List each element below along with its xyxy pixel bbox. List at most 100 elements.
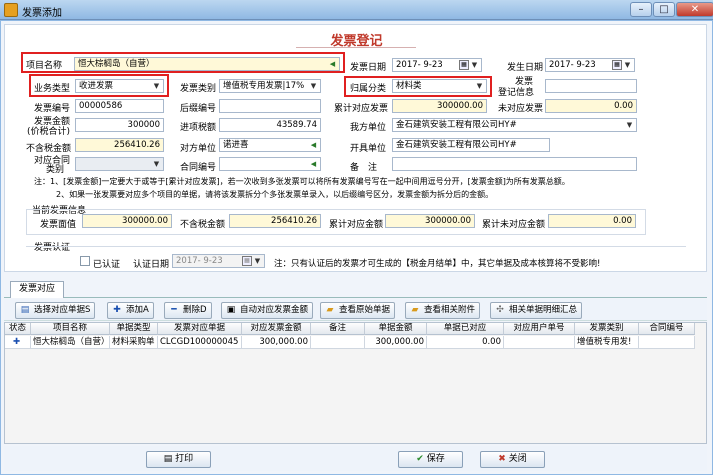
column-header[interactable]: 单据已对应	[427, 323, 504, 335]
delete-button[interactable]: ━ 删除D	[164, 302, 212, 319]
invoice-date-field[interactable]: 2017- 9-23 ▦ ▼	[392, 58, 482, 72]
printer-icon: ▤	[163, 454, 176, 464]
plus-icon: ✚	[113, 305, 121, 315]
auto-match-button[interactable]: ▣ 自动对应发票金额	[221, 302, 314, 319]
invoice-type-value: 增值税专用发票|17%	[223, 81, 305, 91]
calendar-icon[interactable]: ▦	[242, 256, 252, 266]
column-header[interactable]: 发票类别	[575, 323, 639, 335]
our-unit-select[interactable]: 金石建筑安装工程有限公司HY# ▼	[392, 118, 637, 132]
close-icon[interactable]: ✕	[676, 2, 713, 17]
table-cell[interactable]	[639, 336, 695, 349]
auth-date-value: 2017- 9-23	[176, 256, 223, 266]
pick-icon[interactable]: ◀	[308, 159, 319, 169]
column-header[interactable]: 对应用户单号	[504, 323, 575, 335]
contract-type-select[interactable]: ▼	[75, 157, 164, 171]
occur-date-label: 发生日期	[507, 63, 544, 73]
view-attachments-button[interactable]: ▰ 查看相关附件	[405, 302, 481, 319]
summary-button[interactable]: ✣ 相关单据明细汇总	[490, 302, 583, 319]
amount-label-2: (价税合计)	[27, 127, 71, 137]
project-name-field[interactable]: 恒大棕榈岛（自营） ◀	[74, 57, 340, 71]
chevron-down-icon[interactable]: ▼	[252, 256, 263, 266]
category-select[interactable]: 材料类 ▼	[392, 79, 487, 93]
table-cell[interactable]	[504, 336, 575, 349]
select-docs-button[interactable]: ▤ 选择对应单据S	[15, 302, 96, 319]
calendar-icon[interactable]: ▦	[459, 60, 469, 70]
issuer-field[interactable]: 金石建筑安装工程有限公司HY#	[392, 138, 550, 152]
reg-info-field[interactable]	[545, 79, 637, 93]
column-header[interactable]: 发票对应单据	[158, 323, 242, 335]
amount-field[interactable]: 300000	[75, 118, 164, 132]
unmatched-field: 0.00	[545, 99, 637, 113]
chevron-down-icon[interactable]: ▼	[474, 81, 485, 91]
chevron-down-icon[interactable]: ▼	[469, 60, 480, 70]
column-header[interactable]: 单据类型	[110, 323, 158, 335]
biz-type-select[interactable]: 收进发票 ▼	[75, 79, 164, 93]
folder-icon: ▰	[326, 305, 334, 315]
column-header[interactable]: 状态	[5, 323, 31, 335]
table-cell[interactable]: CLCGD100000045	[158, 336, 242, 349]
folder-icon: ▰	[411, 305, 419, 315]
app-icon	[4, 3, 18, 17]
post-no-field[interactable]	[219, 99, 321, 113]
occur-date-value: 2017- 9-23	[549, 60, 596, 70]
counterparty-field[interactable]: 诺进喜 ◀	[219, 138, 321, 152]
chevron-down-icon[interactable]: ▼	[308, 81, 319, 91]
counterparty-value: 诺进喜	[223, 140, 249, 150]
amount-value: 300000	[127, 120, 160, 130]
check-icon: ✔	[416, 454, 427, 464]
save-label: 保存	[426, 454, 445, 464]
invoice-no-label: 发票编号	[34, 104, 71, 114]
auth-checkbox[interactable]	[80, 256, 90, 266]
pick-icon[interactable]: ◀	[308, 140, 319, 150]
tax-excl-value: 256410.26	[114, 140, 160, 150]
contract-no-label: 合同编号	[180, 163, 217, 173]
chevron-down-icon[interactable]: ▼	[622, 60, 633, 70]
table-cell[interactable]: 0.00	[427, 336, 504, 349]
our-unit-label: 我方单位	[350, 123, 387, 133]
add-button[interactable]: ✚ 添加A	[107, 302, 154, 319]
table-cell[interactable]: 300,000.00	[365, 336, 427, 349]
contract-type-label-2: 类别	[46, 165, 65, 175]
calendar-icon[interactable]: ▦	[612, 60, 622, 70]
table-cell[interactable]: 增值税专用发!	[575, 336, 639, 349]
auth-date-field[interactable]: 2017- 9-23 ▦ ▼	[172, 254, 265, 268]
print-label: 打印	[175, 454, 194, 464]
invoice-type-select[interactable]: 增值税专用发票|17% ▼	[219, 79, 321, 93]
face-label: 发票面值	[40, 220, 77, 230]
tab-bar	[4, 278, 707, 298]
save-button[interactable]: ✔ 保存	[398, 451, 463, 468]
chevron-down-icon[interactable]: ▼	[624, 120, 635, 130]
remark-field[interactable]	[392, 157, 637, 171]
pick-icon[interactable]: ◀	[327, 59, 338, 69]
close-button[interactable]: ✖ 关闭	[480, 451, 545, 468]
column-header[interactable]: 项目名称	[31, 323, 110, 335]
select-docs-label: 选择对应单据S	[34, 305, 91, 315]
column-header[interactable]: 对应发票金额	[242, 323, 311, 335]
invoice-no-field[interactable]: 00000586	[75, 99, 164, 113]
remark-label: 备 注	[350, 163, 378, 173]
input-tax-field[interactable]: 43589.74	[219, 118, 321, 132]
chevron-down-icon[interactable]: ▼	[151, 81, 162, 91]
table-cell[interactable]	[311, 336, 365, 349]
table-cell[interactable]: 300,000.00	[242, 336, 311, 349]
table-cell[interactable]: ✚	[5, 336, 31, 349]
column-header[interactable]: 备注	[311, 323, 365, 335]
maximize-icon[interactable]: □	[653, 2, 675, 17]
view-original-button[interactable]: ▰ 查看原始单据	[320, 302, 396, 319]
tab-invoice-match[interactable]: 发票对应	[10, 281, 64, 298]
invoice-type-label: 发票类别	[180, 84, 217, 94]
category-label: 归属分类	[350, 84, 387, 94]
table-cell[interactable]: 恒大棕榈岛（自营）	[31, 336, 110, 349]
current-matched-value: 300000.00	[425, 216, 471, 226]
contract-no-field[interactable]: ◀	[219, 157, 321, 171]
reg-info-label-2: 登记信息	[498, 88, 535, 98]
column-header[interactable]: 合同编号	[639, 323, 695, 335]
minimize-icon[interactable]: –	[630, 2, 652, 17]
column-header[interactable]: 单据金额	[365, 323, 427, 335]
print-button[interactable]: ▤ 打印	[146, 451, 211, 468]
occur-date-field[interactable]: 2017- 9-23 ▦ ▼	[545, 58, 635, 72]
input-tax-value: 43589.74	[276, 120, 317, 130]
chevron-down-icon[interactable]: ▼	[151, 159, 162, 169]
current-excl-label: 不含税金额	[180, 220, 226, 230]
table-cell[interactable]: 材料采购单	[110, 336, 158, 349]
